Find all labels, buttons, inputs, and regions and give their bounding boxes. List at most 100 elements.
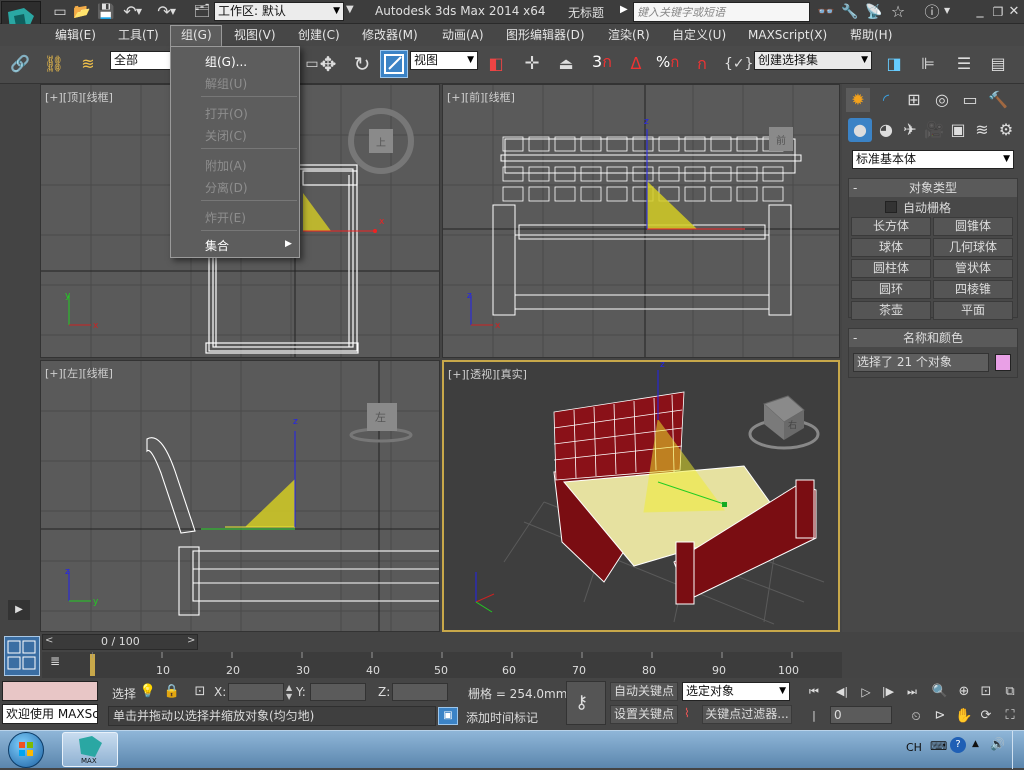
previous-frame-icon[interactable]: ◀|	[830, 680, 854, 704]
select-and-move-icon[interactable]: ✥	[316, 52, 340, 76]
bind-space-warp-icon[interactable]: ≋	[76, 52, 100, 76]
auto-key-button[interactable]: 自动关键点	[610, 682, 678, 701]
group-menu-item-group[interactable]: 组(G)...	[205, 53, 247, 70]
menu-customize[interactable]: 自定义(U)	[672, 26, 726, 44]
geosphere-button[interactable]: 几何球体	[933, 238, 1013, 257]
key-filters-button[interactable]: 关键点过滤器...	[702, 705, 792, 724]
binoculars-icon[interactable]: 👓	[814, 0, 838, 24]
menu-animation[interactable]: 动画(A)	[442, 26, 484, 44]
viewcube-front-face[interactable]: 前	[776, 132, 786, 147]
spinner-snap-icon[interactable]: ก	[690, 52, 714, 76]
redo-dropdown-icon[interactable]: ▼	[168, 0, 178, 24]
set-key-big-button[interactable]: ⚷	[566, 681, 606, 725]
select-and-rotate-icon[interactable]: ↻	[350, 52, 374, 76]
zoom-icon[interactable]: 🔍	[928, 680, 952, 704]
space-warps-icon[interactable]: ≋	[970, 118, 994, 142]
zoom-extents-icon[interactable]: ⊡	[974, 680, 998, 704]
search-input[interactable]: 键入关键字或短语	[633, 2, 810, 22]
absolute-mode-icon[interactable]: ⊡	[188, 680, 212, 704]
key-mode-toggle-icon[interactable]: |◁▷|	[802, 704, 826, 746]
object-name-field[interactable]: 选择了 21 个对象	[853, 353, 989, 372]
time-slider-next-icon[interactable]: >	[187, 635, 195, 646]
group-menu-item-assembly[interactable]: 集合	[205, 237, 229, 254]
help-dropdown-icon[interactable]: ▼	[944, 6, 950, 15]
name-color-header[interactable]: - 名称和颜色	[849, 329, 1017, 347]
cameras-icon[interactable]: 🎥	[922, 118, 946, 142]
favorites-star-icon[interactable]: ☆	[886, 0, 910, 24]
box-button[interactable]: 长方体	[851, 217, 931, 236]
help-icon[interactable]: ⓘ	[920, 0, 944, 24]
sphere-button[interactable]: 球体	[851, 238, 931, 257]
viewport-left-label[interactable]: [+][左][线框]	[45, 365, 113, 381]
tray-keyboard-icon[interactable]: ⌨	[930, 739, 947, 753]
systems-icon[interactable]: ⚙	[994, 118, 1018, 142]
group-menu-item-open[interactable]: 打开(O)	[205, 105, 248, 122]
primitive-category-dropdown[interactable]: 标准基本体 ▼	[852, 150, 1014, 169]
teapot-button[interactable]: 茶壶	[851, 301, 931, 320]
align-icon[interactable]: ⊫	[916, 52, 940, 76]
track-bar[interactable]: ≣ 10 20 30 40 50 60 70 80 90 100	[42, 652, 842, 678]
menu-modifiers[interactable]: 修改器(M)	[362, 26, 418, 44]
snaps-toggle[interactable]: 3ก	[592, 50, 612, 75]
close-window-icon[interactable]: ✕	[1002, 0, 1024, 24]
field-of-view-icon[interactable]: ⊳	[928, 704, 952, 728]
select-and-link-icon[interactable]: 🔗	[8, 52, 32, 76]
group-menu-item-attach[interactable]: 附加(A)	[205, 157, 247, 174]
subscription-icon[interactable]: 🔧	[838, 0, 862, 24]
language-indicator[interactable]: CH	[906, 741, 922, 754]
group-menu-item-close[interactable]: 关闭(C)	[205, 127, 247, 144]
new-file-icon[interactable]: ▭	[48, 0, 72, 24]
create-tab-icon[interactable]: ✹	[846, 88, 870, 112]
torus-button[interactable]: 圆环	[851, 280, 931, 299]
time-slider-prev-icon[interactable]: <	[45, 635, 53, 646]
utilities-tab-icon[interactable]: 🔨	[986, 88, 1010, 112]
maxscript-mini-listener-top[interactable]	[2, 681, 98, 701]
cylinder-button[interactable]: 圆柱体	[851, 259, 931, 278]
viewport-front[interactable]: [+][前][线框] 前 z z x	[442, 84, 840, 358]
named-selection-dropdown[interactable]: 创建选择集 ▼	[754, 51, 872, 70]
plane-button[interactable]: 平面	[933, 301, 1013, 320]
viewport-top-label[interactable]: [+][顶][线框]	[45, 89, 113, 105]
unlink-selection-icon[interactable]: ⛓	[42, 52, 66, 76]
viewport-layouts-button[interactable]	[4, 636, 40, 676]
set-key-button[interactable]: 设置关键点	[610, 705, 678, 724]
zoom-all-icon[interactable]: ⊕	[952, 680, 976, 704]
viewcube-left-face[interactable]: 左	[375, 409, 386, 425]
next-frame-icon[interactable]: |▶	[876, 680, 900, 704]
save-icon[interactable]: 💾	[94, 0, 118, 24]
menu-tools[interactable]: 工具(T)	[118, 26, 159, 44]
select-and-scale-button[interactable]	[380, 50, 408, 78]
menu-create[interactable]: 创建(C)	[298, 26, 340, 44]
viewcube-perspective-face[interactable]: 右	[788, 418, 797, 431]
pyramid-button[interactable]: 四棱锥	[933, 280, 1013, 299]
undo-dropdown-icon[interactable]: ▼	[134, 0, 144, 24]
communication-center-icon[interactable]: 📡	[862, 0, 886, 24]
z-coord-field[interactable]	[392, 683, 448, 701]
selection-lock-icon[interactable]: 🔒	[160, 680, 184, 704]
time-slider[interactable]: < 0 / 100 >	[42, 634, 198, 650]
lights-icon[interactable]: ✈	[898, 118, 922, 142]
play-icon[interactable]: ▷	[854, 680, 878, 704]
show-desktop-button[interactable]	[1012, 731, 1024, 769]
viewport-front-label[interactable]: [+][前][线框]	[447, 89, 515, 105]
start-button[interactable]	[8, 732, 44, 768]
edit-named-selection-icon[interactable]: {✓}	[724, 52, 754, 76]
percent-snap-toggle[interactable]: %ก	[656, 50, 679, 74]
time-configuration-icon[interactable]: ⏲	[904, 704, 928, 728]
menu-group[interactable]: 组(G)	[170, 25, 222, 46]
object-type-header[interactable]: - 对象类型	[849, 179, 1017, 197]
motion-tab-icon[interactable]: ◎	[930, 88, 954, 112]
add-time-tag-label[interactable]: 添加时间标记	[466, 709, 538, 726]
viewcube-top-face[interactable]: 上	[376, 134, 386, 149]
isolate-selection-icon[interactable]: 💡	[136, 680, 160, 704]
keyboard-shortcut-override-icon[interactable]: ⏏	[554, 52, 578, 76]
taskbar-3dsmax-button[interactable]: MAX	[62, 732, 118, 767]
menu-edit[interactable]: 编辑(E)	[55, 26, 96, 44]
zoom-extents-all-icon[interactable]: ⧉	[998, 680, 1022, 704]
selection-filter-dropdown[interactable]: 全部	[110, 51, 172, 70]
group-menu-item-explode[interactable]: 炸开(E)	[205, 209, 246, 226]
maxscript-mini-listener[interactable]: 欢迎使用 MAXSc	[2, 704, 98, 724]
menu-graph-editors[interactable]: 图形编辑器(D)	[506, 26, 585, 44]
reference-coordinate-dropdown[interactable]: 视图 ▼	[410, 51, 478, 70]
x-spinner-icon[interactable]: ▲ ▼	[286, 683, 292, 701]
